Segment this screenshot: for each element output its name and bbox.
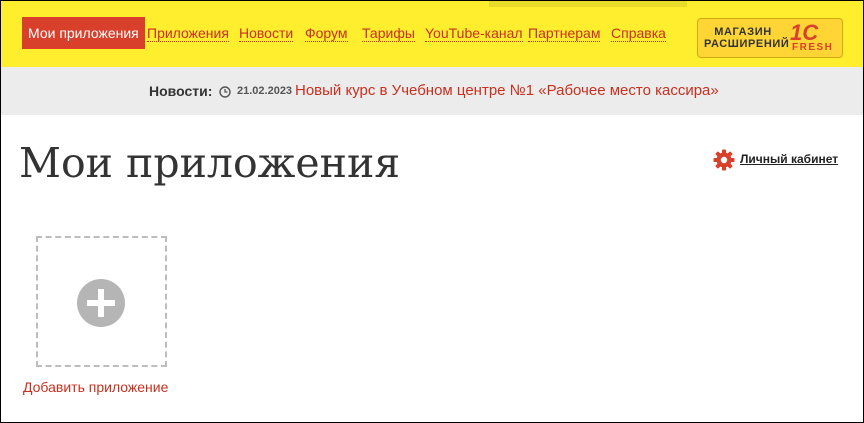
gear-icon — [713, 149, 735, 171]
nav-youtube[interactable]: YouTube-канал — [425, 25, 523, 42]
news-label: Новости: — [149, 83, 213, 99]
extensions-store-button[interactable]: МАГАЗИН РАСШИРЕНИЙ 1С FRESH — [697, 18, 843, 58]
nav-apps[interactable]: Приложения — [147, 25, 229, 42]
plus-circle-icon — [77, 279, 125, 327]
nav-tariffs[interactable]: Тарифы — [362, 25, 415, 42]
add-app-link[interactable]: Добавить приложение — [23, 379, 168, 395]
top-navigation: Мои приложения Приложения Новости Форум … — [1, 1, 863, 67]
store-label-line1: МАГАЗИН — [714, 26, 772, 38]
nav-partners[interactable]: Партнерам — [528, 25, 601, 42]
store-label-line2: РАСШИРЕНИЙ — [704, 38, 790, 50]
news-bar: Новости: 21.02.2023 Новый курс в Учебном… — [1, 67, 863, 115]
store-label: МАГАЗИН РАСШИРЕНИЙ — [704, 26, 790, 50]
nav-news[interactable]: Новости — [239, 25, 294, 42]
personal-account-label: Личный кабинет — [740, 152, 839, 166]
news-date: 21.02.2023 — [237, 85, 293, 97]
header-stripe — [489, 1, 687, 7]
1c-fresh-logo: 1С FRESH — [786, 22, 840, 54]
nav-my-apps[interactable]: Мои приложения — [22, 17, 145, 49]
clock-icon — [219, 86, 231, 98]
nav-forum[interactable]: Форум — [305, 25, 348, 42]
news-headline-link[interactable]: Новый курс в Учебном центре №1 «Рабочее … — [295, 82, 719, 99]
page-title: Мои приложения — [19, 139, 401, 187]
logo-fresh-text: FRESH — [792, 42, 834, 53]
nav-help[interactable]: Справка — [611, 25, 666, 42]
add-app-tile[interactable] — [36, 236, 167, 367]
app-window: Мои приложения Приложения Новости Форум … — [0, 0, 864, 423]
logo-1c-text: 1С — [790, 20, 819, 45]
